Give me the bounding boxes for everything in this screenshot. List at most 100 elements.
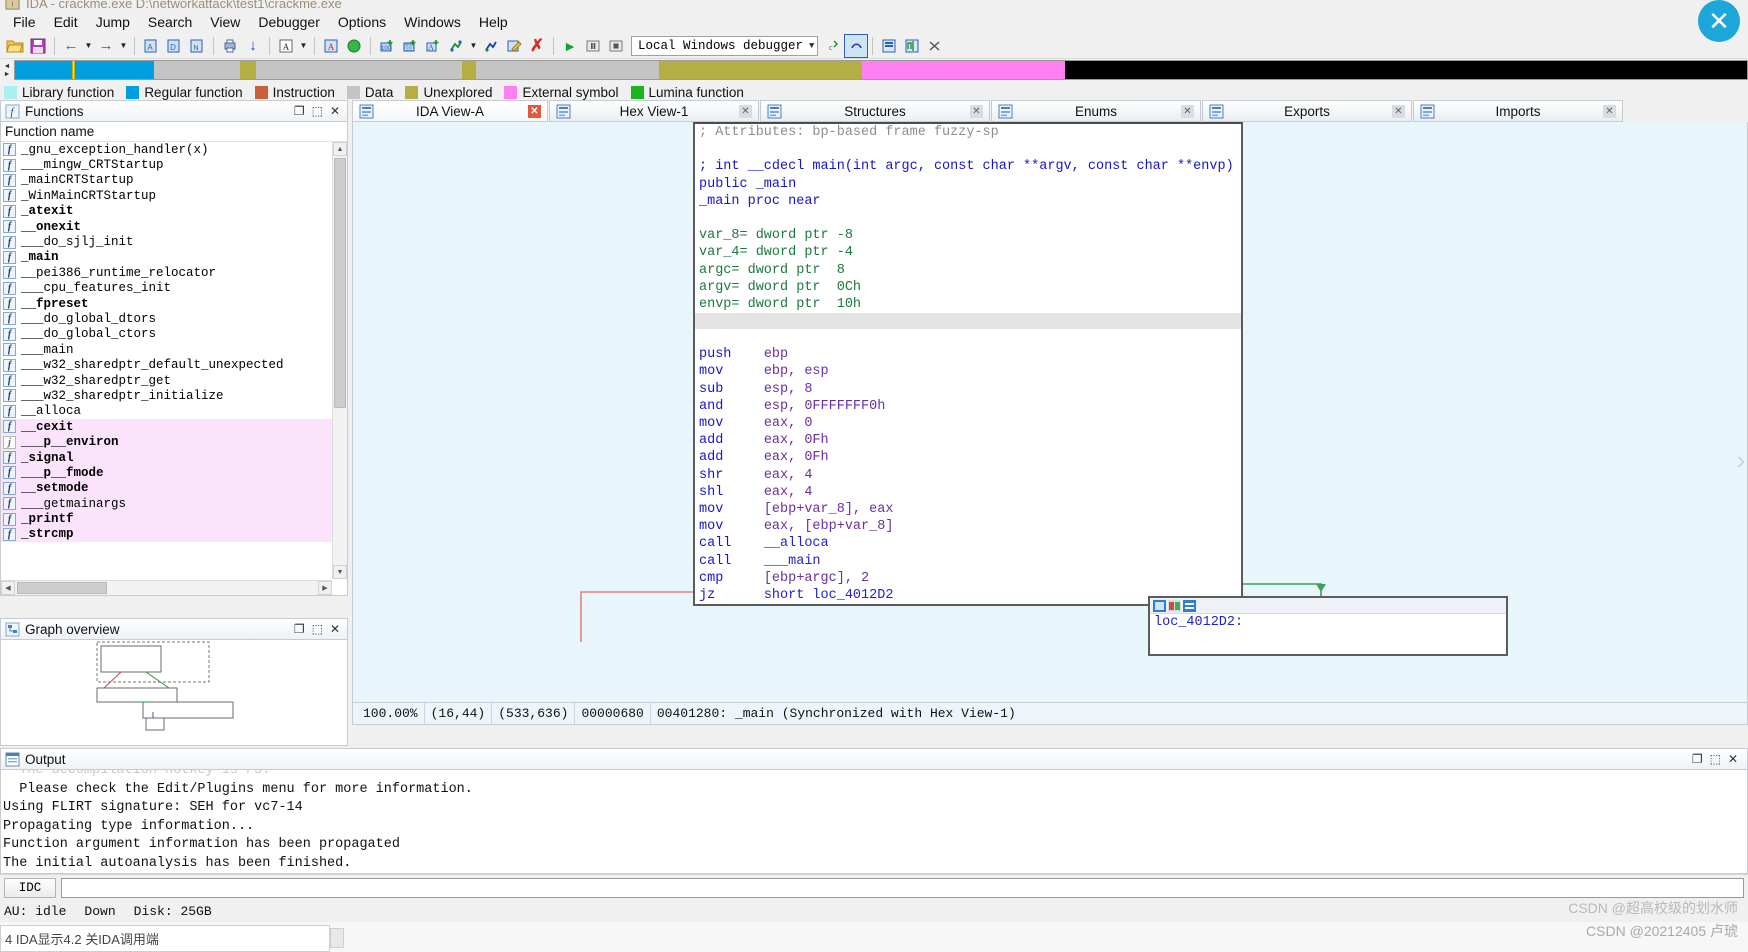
new-data-icon[interactable]: 101 [399,35,421,57]
nav-arrow-right-icon[interactable]: ► [4,71,11,78]
restore-button[interactable]: ❐ [294,105,305,117]
step-into-icon[interactable]: c [822,35,844,57]
output-log-area[interactable]: The decompilation hotkey is F5. Please c… [0,770,1748,874]
back-dropdown-icon[interactable]: ▼ [83,41,94,50]
idc-command-input[interactable] [61,877,1744,898]
undefine-icon[interactable] [480,35,502,57]
function-list-item[interactable]: f _strcmp [1,526,332,543]
navigator-segment-6[interactable] [659,61,862,79]
vertical-scroll-thumb[interactable] [334,158,346,408]
new-function-dropdown-icon[interactable]: ▼ [468,41,479,50]
edit-function-icon[interactable] [503,35,525,57]
function-list-item[interactable]: f ___do_global_dtors [1,311,332,326]
menu-item-options[interactable]: Options [329,12,395,32]
debugger-select[interactable]: Local Windows debugger ▼ [631,35,819,56]
menu-item-windows[interactable]: Windows [395,12,470,32]
jump-to-data-icon[interactable]: D [163,35,185,57]
disassembly-line[interactable]: ; int __cdecl main(int argc, const char … [695,158,1241,175]
maximize-button[interactable]: ⬚ [312,623,323,635]
jump-to-code-icon[interactable]: A [140,35,162,57]
disassembly-line[interactable] [695,329,1241,346]
stop-debugger-icon[interactable] [605,35,627,57]
function-list-item[interactable]: f ___cpu_features_init [1,281,332,296]
disassembly-line[interactable]: argv= dword ptr 0Ch [695,279,1241,296]
menu-item-file[interactable]: File [4,12,45,32]
disassembly-line[interactable]: shr eax, 4 [695,467,1241,484]
disassembly-line[interactable]: ; Attributes: bp-based frame fuzzy-sp [695,124,1241,141]
pause-debugger-icon[interactable] [582,35,604,57]
tracing-icon[interactable] [924,35,946,57]
navigator-segment-7[interactable] [861,61,1065,79]
function-list-item[interactable]: f ___p__fmode [1,465,332,481]
disassembly-line[interactable]: cmp [ebp+argc], 2 [695,570,1241,587]
disassembly-line[interactable]: argc= dword ptr 8 [695,262,1241,279]
forward-dropdown-icon[interactable]: ▼ [118,41,129,50]
disassembly-line[interactable]: var_4= dword ptr -4 [695,244,1241,261]
function-list-item[interactable]: f _WinMainCRTStartup [1,188,332,203]
panel-resize-handle[interactable]: › [1734,430,1748,490]
text-search-icon[interactable]: A [320,35,342,57]
run-to-cursor-icon[interactable] [343,35,365,57]
close-button[interactable]: ✕ [330,623,340,635]
ascii-dropdown-icon[interactable]: ▼ [298,41,309,50]
tab-hex-view-1[interactable]: Hex View-1 ✕ [549,100,759,122]
function-list-item[interactable]: j ___p__environ [1,434,332,450]
function-list-item[interactable]: f ___getmainargs [1,495,332,512]
save-icon[interactable] [27,35,49,57]
menu-item-edit[interactable]: Edit [45,12,87,32]
horizontal-scroll-thumb[interactable] [17,582,107,594]
scroll-left-arrow-icon[interactable]: ◀ [1,581,15,595]
disassembly-line[interactable]: public _main [695,176,1241,193]
watch-icon[interactable] [901,35,923,57]
navigator-segment-4[interactable] [461,61,476,79]
function-list-item[interactable]: f _main [1,250,332,265]
function-list-item[interactable]: f ___w32_sharedptr_get [1,373,332,388]
menu-item-debugger[interactable]: Debugger [249,12,329,32]
menu-item-help[interactable]: Help [470,12,517,32]
breakpoints-icon[interactable] [878,35,900,57]
tab-close-icon[interactable]: ✕ [739,105,752,118]
disassembly-line[interactable]: and esp, 0FFFFFFF0h [695,398,1241,415]
disassembly-line[interactable]: call ___main [695,553,1241,570]
disassembly-line[interactable]: var_8= dword ptr -8 [695,227,1241,244]
disassembly-line[interactable]: mov [ebp+var_8], eax [695,501,1241,518]
bottom-taskbar-window[interactable]: 4 IDA显示4.2 关IDA调用端 [0,925,330,952]
tab-close-icon[interactable]: ✕ [1392,105,1405,118]
tab-imports[interactable]: Imports ✕ [1413,100,1623,122]
open-file-icon[interactable] [4,35,26,57]
tab-ida-view-a[interactable]: IDA View-A ✕ [352,100,548,122]
tab-close-icon[interactable]: ✕ [970,105,983,118]
functions-vertical-scrollbar[interactable]: ▲ ▼ [332,142,347,579]
tab-close-icon[interactable]: ✕ [1603,105,1616,118]
function-list-item[interactable]: f _mainCRTStartup [1,173,332,188]
graph-canvas[interactable]: ; Attributes: bp-based frame fuzzy-sp ; … [353,122,1747,702]
menu-item-view[interactable]: View [201,12,249,32]
functions-column-header[interactable]: Function name [1,122,347,142]
functions-horizontal-scrollbar[interactable]: ◀ ▶ [1,580,332,595]
function-list-item[interactable]: f _gnu_exception_handler(x) [1,142,332,157]
disassembly-line[interactable]: mov ebp, esp [695,363,1241,380]
function-list-item[interactable]: f _printf [1,511,332,527]
function-list-item[interactable]: f _atexit [1,204,332,219]
function-list-item[interactable]: f ___mingw_CRTStartup [1,157,332,172]
navigator-band[interactable] [14,60,1748,80]
restore-button[interactable]: ❐ [1692,753,1703,765]
tab-enums[interactable]: Enums ✕ [991,100,1201,122]
close-button[interactable]: ✕ [330,105,340,117]
maximize-button[interactable]: ⬚ [312,105,323,117]
disassembly-line[interactable]: add eax, 0Fh [695,449,1241,466]
close-window-button[interactable]: ✕ [1698,0,1740,42]
new-string-icon[interactable]: A [422,35,444,57]
function-list-item[interactable]: f __onexit [1,219,332,234]
back-icon[interactable]: ← [60,35,82,57]
navigator-scroll-arrows[interactable]: ◄ ► [0,59,14,81]
new-function-icon[interactable] [445,35,467,57]
navigator-segment-2[interactable] [240,61,256,79]
disassembly-block-loc4012D2[interactable]: loc_4012D2: [1148,596,1508,656]
idc-mode-button[interactable]: IDC [4,877,56,898]
function-list-item[interactable]: f ___w32_sharedptr_initialize [1,388,332,403]
disassembly-line[interactable]: add eax, 0Fh [695,432,1241,449]
function-list-item[interactable]: f __pei386_runtime_relocator [1,265,332,280]
disassembly-line[interactable]: call __alloca [695,535,1241,552]
disassembly-line[interactable]: envp= dword ptr 10h [695,296,1241,313]
